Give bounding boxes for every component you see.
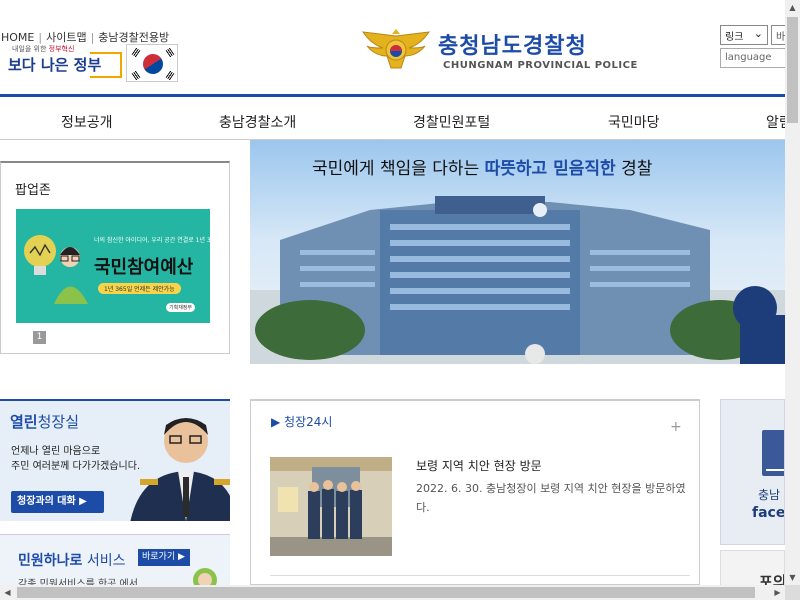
news-thumbnail[interactable]: [270, 457, 392, 556]
nav-item-public[interactable]: 국민마당: [608, 112, 660, 132]
news-body: 2022. 6. 30. 충남청장이 보령 지역 치안 현장을 방문하였다.: [416, 482, 686, 514]
police-title[interactable]: 충청남도경찰청: [438, 28, 587, 60]
hero-headline: 국민에게 책임을 다하는 따뜻하고 믿음직한 경찰: [312, 159, 653, 179]
popup-banner[interactable]: 너의 참신한 아이디어, 우리 공간 연결로 1년 365일 국민참여예산 1년…: [16, 209, 210, 323]
main-nav: 정보공개 충남경찰소개 경찰민원포털 국민마당 알림: [0, 94, 792, 140]
civil-character-icon: [193, 568, 217, 586]
active-tab-indicator: [251, 399, 409, 401]
scrollbar-corner: [785, 585, 800, 600]
facebook-label-2: face: [752, 505, 785, 521]
civil-title: 민원하나로 서비스: [18, 553, 126, 569]
gov-logo-text: 보다 나은 정부: [8, 56, 102, 74]
news-title[interactable]: ▶ 청장24시: [271, 413, 332, 430]
home-link[interactable]: HOME: [1, 31, 34, 44]
police-subtitle: CHUNGNAM PROVINCIAL POLICE: [443, 60, 638, 71]
civil-service-banner[interactable]: 민원하나로 서비스 바로가기 ▶ 각종 민원서비스를 한곳 에서: [0, 534, 230, 586]
scroll-down-icon[interactable]: ▼: [785, 570, 800, 585]
civil-go-button[interactable]: 바로가기 ▶: [138, 549, 190, 566]
link-select[interactable]: 링크 ⌄: [720, 25, 768, 45]
vertical-scrollbar[interactable]: ▲ ▼: [785, 0, 800, 585]
divider: |: [90, 31, 95, 44]
chief-24h-panel: ▶ 청장24시 + 보령 지역 치안 현장 방문 2022. 6. 30. 충남…: [250, 399, 700, 585]
news-photo: [270, 457, 392, 556]
horizontal-scroll-thumb[interactable]: [17, 587, 755, 598]
nav-item-about[interactable]: 충남경찰소개: [219, 112, 296, 132]
banner-org: 기획재정부: [166, 303, 196, 312]
side-banner-next[interactable]: 포의: [720, 550, 785, 590]
vertical-scroll-thumb[interactable]: [787, 17, 798, 123]
chief-title: 열린청장실: [10, 413, 80, 431]
link-select-value: 링크: [725, 32, 744, 43]
horizontal-scrollbar[interactable]: ◀ ▶: [0, 585, 785, 600]
facebook-banner[interactable]: 충남 face: [720, 399, 785, 545]
divider: [270, 575, 690, 576]
chief-dialogue-button[interactable]: 청장과의 대화 ▶: [11, 491, 104, 513]
police-room-link[interactable]: 충남경찰전용방: [98, 29, 169, 45]
popup-page-indicator[interactable]: 1: [33, 331, 46, 344]
facebook-icon: [762, 430, 784, 476]
utility-links: HOME | 사이트맵 | 충남경찰전용방: [1, 29, 169, 45]
nav-item-civil[interactable]: 경찰민원포털: [413, 112, 490, 132]
hero-banner: 국민에게 책임을 다하는 따뜻하고 믿음직한 경찰: [250, 140, 785, 364]
sitemap-link[interactable]: 사이트맵: [46, 29, 86, 45]
banner-note: 1년 365일 언제든 제안가능: [98, 283, 181, 294]
popup-zone: 팝업존 너의 참신한 아이디어, 우리 공간 연결로 1년 365일 국민참여예…: [0, 161, 230, 354]
chevron-down-icon: ⌄: [753, 27, 763, 40]
popup-title: 팝업존: [15, 183, 51, 198]
better-government-logo[interactable]: 내일을 위한 정부혁신 보다 나은 정부: [8, 44, 122, 82]
nav-item-info[interactable]: 정보공개: [61, 112, 113, 132]
open-chief-office: 열린청장실 언제나 열린 마음으로 주민 여러분께 다가가겠습니다. 청장과의 …: [0, 399, 230, 521]
gov-tagline: 내일을 위한 정부혁신: [12, 45, 75, 53]
news-headline[interactable]: 보령 지역 치안 현장 방문: [416, 457, 542, 474]
gov-bracket-shape: [90, 52, 122, 78]
banner-main-text: 국민참여예산: [94, 257, 194, 278]
banner-small-text: 너의 참신한 아이디어, 우리 공간 연결로 1년 365일: [94, 237, 210, 244]
scroll-up-icon[interactable]: ▲: [785, 0, 800, 15]
police-emblem-icon[interactable]: [361, 28, 431, 72]
scroll-left-icon[interactable]: ◀: [0, 585, 15, 600]
divider: |: [38, 31, 43, 44]
chief-portrait: [130, 418, 230, 521]
facebook-label-1: 충남: [758, 488, 781, 502]
plus-icon[interactable]: +: [670, 419, 682, 435]
scroll-right-icon[interactable]: ▶: [770, 585, 785, 600]
korean-flag-icon[interactable]: [126, 44, 178, 82]
